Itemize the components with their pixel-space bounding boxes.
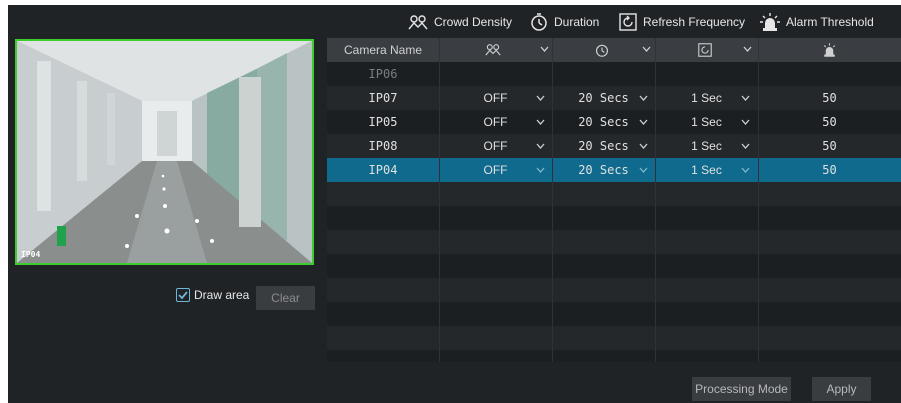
chevron-down-icon[interactable] (639, 143, 648, 149)
empty-row (327, 326, 901, 350)
camera-preview[interactable]: IP04 (15, 39, 314, 265)
timer-icon (595, 44, 609, 57)
legend-refresh-frequency: Refresh Frequency (619, 12, 745, 32)
table-row-selected[interactable]: IP04 OFF 20 Secs 1 Sec 50 (327, 158, 901, 182)
column-divider (439, 38, 440, 362)
camera-overlay-label: IP04 (21, 250, 41, 259)
alarm-threshold-input[interactable]: 50 (758, 158, 901, 182)
legend-duration-label: Duration (554, 15, 600, 29)
duration-value: 20 Secs (578, 139, 629, 153)
empty-row (327, 254, 901, 278)
chevron-down-icon[interactable] (536, 119, 545, 125)
duration-value: 20 Secs (578, 115, 629, 129)
column-divider (655, 38, 656, 362)
clear-button[interactable]: Clear (256, 286, 315, 310)
alarm-threshold-input[interactable]: 50 (758, 110, 901, 134)
chevron-down-icon[interactable] (639, 119, 648, 125)
timer-icon (531, 13, 547, 31)
refresh-icon (698, 43, 712, 57)
camera-name-cell: IP04 (368, 163, 398, 177)
crowd-density-value: OFF (483, 139, 508, 153)
legend-refresh-frequency-label: Refresh Frequency (643, 15, 746, 29)
checkmark-icon (178, 291, 188, 300)
chevron-down-icon[interactable] (741, 143, 750, 149)
alarm-threshold-input[interactable]: 50 (758, 86, 901, 110)
legend-crowd-density: Crowd Density (408, 12, 512, 32)
duration-value: 20 Secs (578, 163, 629, 177)
column-divider (758, 38, 759, 362)
crowd-density-value: OFF (483, 115, 508, 129)
chevron-down-icon[interactable] (536, 143, 545, 149)
refresh-frequency-value: 1 Sec (691, 91, 722, 105)
refresh-icon (619, 13, 637, 31)
header-crowd-density[interactable] (439, 38, 552, 62)
table-row[interactable]: IP06 (327, 62, 901, 86)
chevron-down-icon[interactable] (741, 167, 750, 173)
alarm-icon (760, 13, 780, 31)
alarm-icon (823, 43, 836, 57)
empty-row (327, 302, 901, 326)
camera-name-cell: IP06 (368, 67, 398, 81)
camera-name-cell: IP08 (368, 139, 398, 153)
empty-row (327, 206, 901, 230)
refresh-frequency-value: 1 Sec (691, 163, 722, 177)
chevron-down-icon[interactable] (741, 95, 750, 101)
chevron-down-icon[interactable] (741, 119, 750, 125)
draw-area-label: Draw area (194, 288, 250, 302)
duration-value: 20 Secs (578, 91, 629, 105)
apply-button[interactable]: Apply (812, 377, 871, 401)
checkbox-icon[interactable] (176, 288, 190, 302)
table-row[interactable]: IP07 OFF 20 Secs 1 Sec 50 (327, 86, 901, 110)
corridor-image (17, 41, 312, 263)
legend-alarm-threshold-label: Alarm Threshold (786, 15, 874, 29)
header-refresh-frequency[interactable] (655, 38, 758, 62)
alarm-threshold-input[interactable]: 50 (758, 134, 901, 158)
header-duration[interactable] (552, 38, 655, 62)
refresh-frequency-value: 1 Sec (691, 139, 722, 153)
legend-duration: Duration (530, 12, 599, 32)
header-camera-name: Camera Name (343, 43, 423, 57)
chevron-down-icon[interactable] (540, 46, 549, 52)
chevron-down-icon[interactable] (639, 95, 648, 101)
empty-row (327, 182, 901, 206)
column-legend: Crowd Density Duration Refresh Frequency (8, 5, 901, 39)
empty-row (327, 278, 901, 302)
empty-row (327, 350, 901, 362)
table-row[interactable]: IP08 OFF 20 Secs 1 Sec 50 (327, 134, 901, 158)
crowd-density-value: OFF (483, 163, 508, 177)
camera-name-cell: IP05 (368, 115, 398, 129)
chevron-down-icon[interactable] (639, 167, 648, 173)
chevron-down-icon[interactable] (536, 95, 545, 101)
chevron-down-icon[interactable] (642, 46, 651, 52)
camera-name-cell: IP07 (368, 91, 398, 105)
chevron-down-icon[interactable] (743, 46, 752, 52)
empty-row (327, 230, 901, 254)
crowd-density-settings-panel: Crowd Density Duration Refresh Frequency (8, 5, 901, 403)
column-divider (552, 38, 553, 362)
crowd-density-value: OFF (483, 91, 508, 105)
crowd-icon (485, 44, 501, 56)
header-alarm-threshold (758, 38, 901, 62)
draw-area-checkbox[interactable]: Draw area (176, 288, 249, 302)
legend-crowd-density-label: Crowd Density (434, 15, 513, 29)
camera-settings-table: Camera Name IP06 IP07 OFF 20 Secs 1 Sec … (327, 38, 901, 362)
legend-alarm-threshold: Alarm Threshold (760, 12, 874, 32)
processing-mode-button[interactable]: Processing Mode (692, 377, 791, 401)
table-header: Camera Name (327, 38, 901, 62)
refresh-frequency-value: 1 Sec (691, 115, 722, 129)
crowd-icon (408, 15, 428, 30)
table-row[interactable]: IP05 OFF 20 Secs 1 Sec 50 (327, 110, 901, 134)
chevron-down-icon[interactable] (536, 167, 545, 173)
